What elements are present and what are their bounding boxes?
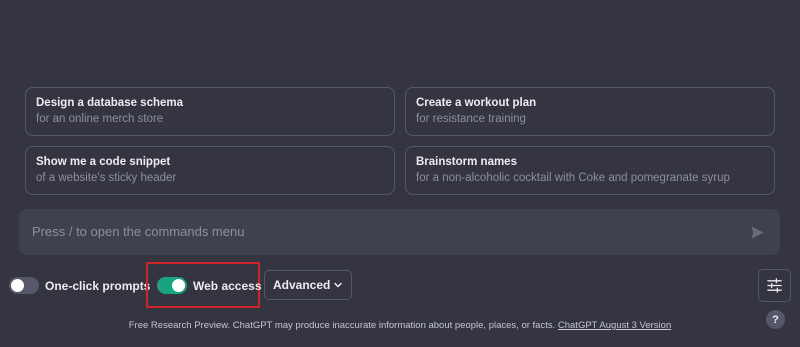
suggestion-card-code-snippet[interactable]: Show me a code snippet of a website's st…	[25, 146, 395, 195]
suggestion-card-workout-plan[interactable]: Create a workout plan for resistance tra…	[405, 87, 775, 136]
one-click-prompts-toggle[interactable]	[9, 277, 39, 294]
sliders-icon	[767, 278, 782, 293]
footer-disclaimer: Free Research Preview. ChatGPT may produ…	[0, 320, 800, 331]
advanced-dropdown-button[interactable]: Advanced	[264, 270, 352, 300]
one-click-prompts-label: One-click prompts	[45, 278, 151, 293]
suggestion-title: Show me a code snippet	[36, 156, 171, 168]
web-access-toggle-group: Web access	[157, 277, 262, 294]
suggestion-card-database-schema[interactable]: Design a database schema for an online m…	[25, 87, 395, 136]
one-click-prompts-toggle-group: One-click prompts	[9, 277, 150, 294]
settings-button[interactable]	[758, 269, 791, 302]
help-label: ?	[772, 313, 779, 326]
suggestion-subtitle: for an online merch store	[36, 113, 164, 125]
toggle-knob	[172, 279, 185, 292]
version-link[interactable]: ChatGPT August 3 Version	[558, 320, 671, 331]
suggestion-grid: Design a database schema for an online m…	[25, 87, 775, 195]
chevron-down-icon	[334, 282, 342, 288]
suggestion-subtitle: for a non-alcoholic cocktail with Coke a…	[416, 172, 730, 184]
toggle-knob	[11, 279, 24, 292]
suggestion-subtitle: for resistance training	[416, 113, 526, 125]
suggestion-title: Brainstorm names	[416, 156, 517, 168]
message-input[interactable]: Press / to open the commands menu	[19, 209, 780, 255]
send-arrow-icon	[750, 225, 764, 239]
footer-disclaimer-text: Free Research Preview. ChatGPT may produ…	[128, 320, 558, 331]
send-button[interactable]	[748, 223, 766, 241]
help-button[interactable]: ?	[766, 310, 785, 329]
web-access-toggle[interactable]	[157, 277, 187, 294]
advanced-label: Advanced	[273, 278, 331, 292]
suggestion-subtitle: of a website's sticky header	[36, 172, 177, 184]
message-input-placeholder: Press / to open the commands menu	[32, 224, 245, 239]
suggestion-card-brainstorm-names[interactable]: Brainstorm names for a non-alcoholic coc…	[405, 146, 775, 195]
web-access-label: Web access	[193, 278, 262, 293]
suggestion-title: Design a database schema	[36, 97, 184, 109]
suggestion-title: Create a workout plan	[416, 97, 537, 109]
